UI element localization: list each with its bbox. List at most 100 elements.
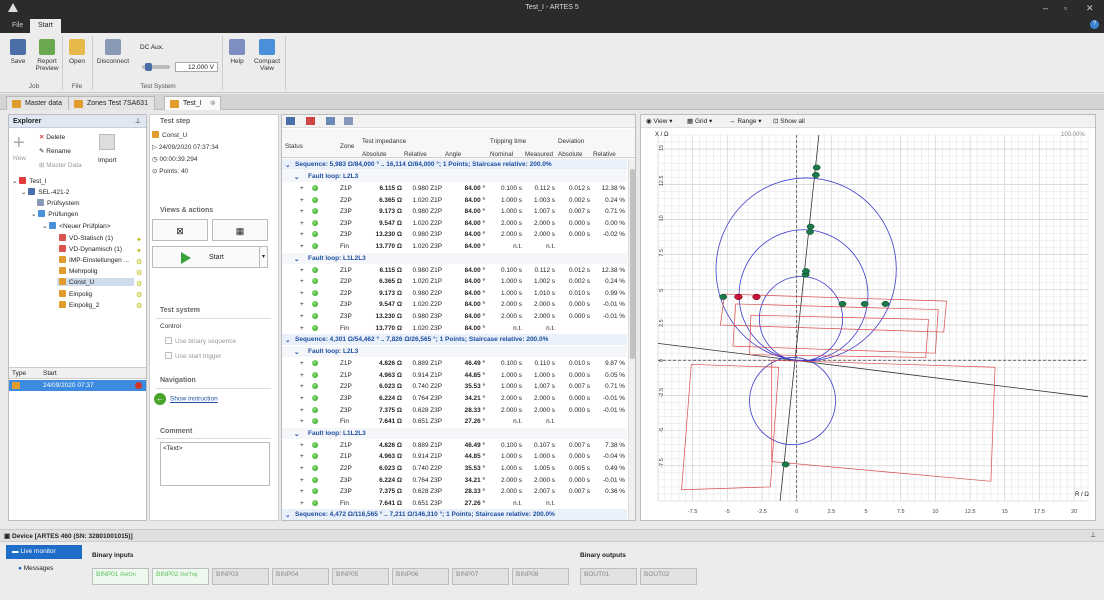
dc-aux-slider[interactable] bbox=[142, 63, 170, 71]
relative-column-header[interactable]: Relative bbox=[404, 151, 427, 158]
absolute-column-header[interactable]: Absolute bbox=[362, 151, 387, 158]
table-row[interactable]: + Z1P 6.115 Ω 0.980 Z1P 84.00 ° 0.100 s 0.112 … bbox=[282, 183, 627, 195]
expand-icon[interactable]: + bbox=[300, 301, 304, 308]
new-icon[interactable]: + bbox=[13, 133, 29, 153]
report-preview-button[interactable]: Report Preview bbox=[34, 39, 60, 72]
tree-item-vd-statisch[interactable]: VD-Statisch (1) bbox=[59, 234, 113, 242]
expand-icon[interactable]: + bbox=[300, 477, 304, 484]
table-row[interactable]: + Z3P 13.230 Ω 0.980 Z3P 84.00 ° 2.000 s 2.000… bbox=[282, 229, 627, 241]
table-row[interactable]: + Z3P 13.230 Ω 0.980 Z3P 84.00 ° 2.000 s 2.000… bbox=[282, 311, 627, 323]
measured-column-header[interactable]: Measured bbox=[525, 151, 553, 158]
deviation-relative-header[interactable]: Relative bbox=[593, 151, 616, 158]
expand-icon[interactable]: + bbox=[300, 325, 304, 332]
comment-textarea[interactable]: <Text> bbox=[160, 442, 270, 486]
collapse-icon[interactable]: ⌄ bbox=[294, 255, 299, 263]
impedance-plot[interactable]: -7.5 -5 -2.5 0 2.5 5 7.5 10 12.5 15 17.5 20 15 12.5 10… bbox=[652, 131, 1092, 517]
range-menu[interactable]: ↔ Range ▾ bbox=[729, 117, 762, 125]
dc-voltage-field[interactable]: 12.000 V bbox=[175, 62, 218, 72]
pin-icon[interactable]: ⊥ bbox=[1090, 531, 1096, 539]
table-row[interactable]: + Z1P 4.963 Ω 0.914 Z1P 44.85 ° 1.000 s 1.000 … bbox=[282, 370, 627, 382]
table-row[interactable]: + Z3P 6.224 Ω 0.764 Z3P 34.21 ° 2.000 s 2.000 … bbox=[282, 393, 627, 405]
table-row[interactable]: + Z2P 6.023 Ω 0.740 Z2P 35.53 ° 1.000 s 1.007 … bbox=[282, 381, 627, 393]
collapse-icon[interactable]: ⌄ bbox=[294, 173, 299, 181]
pin-icon[interactable]: ⊥ bbox=[135, 117, 141, 125]
collapse-icon[interactable]: ⌄ bbox=[285, 511, 290, 519]
close-tab-icon[interactable]: ⊗ bbox=[210, 97, 216, 111]
table-row[interactable]: + Fin 7.641 Ω 0.651 Z3P 27.26 ° n.t. n.t. bbox=[282, 498, 627, 510]
fault-loop-row[interactable]: ⌄ Fault loop: L1L2L3 bbox=[282, 252, 627, 264]
sequence-row[interactable]: ⌄ Sequence: 4,472 Ω/116,565 ° .. 7,211 Ω/… bbox=[282, 509, 627, 520]
table-row[interactable]: + Z3P 9.173 Ω 0.980 Z2P 84.00 ° 1.000 s 1.007 … bbox=[282, 206, 627, 218]
show-all-button[interactable]: ⊡ Show all bbox=[773, 117, 805, 125]
table-row[interactable]: + Fin 7.641 Ω 0.651 Z3P 27.26 ° n.t. n.t. bbox=[282, 416, 627, 428]
tab-zones-test[interactable]: Zones Test 7SA631 bbox=[68, 96, 155, 110]
expand-icon[interactable]: + bbox=[300, 407, 304, 414]
start-column-header[interactable]: Start bbox=[43, 370, 57, 377]
start-button[interactable]: Start ▾ bbox=[152, 246, 268, 268]
minimize-icon[interactable]: – bbox=[1043, 3, 1048, 13]
rename-button[interactable]: ✎ Rename bbox=[39, 147, 71, 155]
tab-start[interactable]: Start bbox=[30, 19, 61, 33]
copy-icon[interactable] bbox=[326, 117, 335, 125]
expand-icon[interactable]: + bbox=[300, 500, 304, 507]
import-button[interactable]: Import bbox=[98, 157, 116, 164]
live-monitor-button[interactable]: ▬ Live monitor bbox=[6, 545, 82, 559]
expand-icon[interactable]: + bbox=[300, 465, 304, 472]
help-button[interactable]: Help bbox=[226, 39, 248, 65]
expand-icon[interactable]: + bbox=[300, 185, 304, 192]
tab-master-data[interactable]: Master data bbox=[6, 96, 69, 110]
table-row[interactable]: + Z2P 6.365 Ω 1.020 Z1P 84.00 ° 1.000 s 1.002 … bbox=[282, 276, 627, 288]
view-menu[interactable]: ◉ View ▾ bbox=[646, 117, 673, 125]
zone-column-header[interactable]: Zone bbox=[340, 143, 354, 150]
tree-item-test-i[interactable]: ⌄ Test_I bbox=[12, 177, 47, 185]
use-start-trigger-checkbox[interactable]: Use start trigger bbox=[165, 352, 221, 360]
table-row[interactable]: + Z2P 9.173 Ω 0.980 Z2P 84.00 ° 1.000 s 1.010 … bbox=[282, 288, 627, 300]
start-dropdown-icon[interactable]: ▾ bbox=[259, 246, 268, 268]
collapse-icon[interactable]: ⌄ bbox=[285, 161, 290, 169]
clear-icon[interactable] bbox=[306, 117, 315, 125]
status-column-header[interactable]: Status bbox=[285, 143, 303, 150]
tree-item-pruefplan[interactable]: ⌄ <Neuer Prüfplan> bbox=[42, 222, 111, 230]
tree-item-vd-dynamisch[interactable]: VD-Dynamisch (1) bbox=[59, 245, 122, 253]
expand-icon[interactable]: + bbox=[300, 453, 304, 460]
table-row[interactable]: + Z3P 6.224 Ω 0.764 Z3P 34.21 ° 2.000 s 2.000 … bbox=[282, 475, 627, 487]
save-button[interactable]: Save bbox=[6, 39, 30, 65]
expand-icon[interactable]: + bbox=[300, 290, 304, 297]
expand-icon[interactable]: + bbox=[300, 208, 304, 215]
expand-icon[interactable]: + bbox=[300, 488, 304, 495]
expand-icon[interactable]: + bbox=[300, 197, 304, 204]
table-row[interactable]: + Z1P 6.115 Ω 0.980 Z1P 84.00 ° 0.100 s 0.112 … bbox=[282, 265, 627, 277]
table-row[interactable]: + Z1P 4.826 Ω 0.889 Z1P 46.49 ° 0.100 s 0.107 … bbox=[282, 440, 627, 452]
tree-item-sel[interactable]: ⌄ SEL-421-2 bbox=[21, 188, 69, 196]
nominal-column-header[interactable]: Nominal bbox=[490, 151, 513, 158]
table-row[interactable]: + Z2P 6.365 Ω 1.020 Z1P 84.00 ° 1.000 s 1.003 … bbox=[282, 195, 627, 207]
table-row[interactable]: + Z2P 6.023 Ω 0.740 Z2P 35.53 ° 1.000 s 1.005 … bbox=[282, 463, 627, 475]
sequence-row[interactable]: ⌄ Sequence: 4,301 Ω/54,462 ° .. 7,826 Ω/2… bbox=[282, 334, 627, 346]
collapse-icon[interactable]: ⌄ bbox=[294, 430, 299, 438]
expand-icon[interactable]: + bbox=[300, 267, 304, 274]
use-binary-sequence-checkbox[interactable]: Use binary sequence bbox=[165, 337, 236, 345]
expand-icon[interactable]: + bbox=[300, 313, 304, 320]
tree-item-imp-einstellungen[interactable]: IMP-Einstellungen ... bbox=[59, 256, 129, 264]
chart-view-button[interactable]: ⊠ bbox=[152, 219, 208, 241]
tree-item-mehrpolig[interactable]: Mehrpolig bbox=[59, 267, 98, 275]
table-row[interactable]: + Z3P 9.547 Ω 1.020 Z2P 84.00 ° 2.000 s 2.000 … bbox=[282, 218, 627, 230]
tree-item-pruefsystem[interactable]: Prüfsystem bbox=[37, 199, 80, 207]
disconnect-button[interactable]: Disconnect bbox=[96, 39, 130, 65]
table-row[interactable]: + Fin 13.770 Ω 1.020 Z3P 84.00 ° n.t. n.t. bbox=[282, 241, 627, 253]
expand-icon[interactable]: + bbox=[300, 395, 304, 402]
collapse-icon[interactable]: ⌄ bbox=[285, 336, 290, 344]
master-data-button[interactable]: ⊞ Master Data bbox=[39, 161, 82, 169]
help-circle-icon[interactable]: ? bbox=[1090, 20, 1099, 29]
fault-loop-row[interactable]: ⌄ Fault loop: L1L2L3 bbox=[282, 427, 627, 439]
tree-item-const-u[interactable]: Const_U bbox=[57, 278, 135, 286]
scrollbar-thumb[interactable] bbox=[630, 169, 635, 359]
restore-icon[interactable]: ▫ bbox=[1064, 3, 1067, 13]
expand-icon[interactable]: + bbox=[300, 231, 304, 238]
angle-column-header[interactable]: Angle bbox=[445, 151, 461, 158]
open-button[interactable]: Open bbox=[66, 39, 88, 65]
table-row[interactable]: + Z3P 7.375 Ω 0.628 Z3P 28.33 ° 2.000 s 2.007 … bbox=[282, 486, 627, 498]
table-row[interactable]: + Z1P 4.963 Ω 0.914 Z1P 44.85 ° 1.000 s 1.000 … bbox=[282, 451, 627, 463]
type-column-header[interactable]: Type bbox=[12, 370, 26, 377]
delete-button[interactable]: ✕ Delete bbox=[39, 133, 65, 141]
